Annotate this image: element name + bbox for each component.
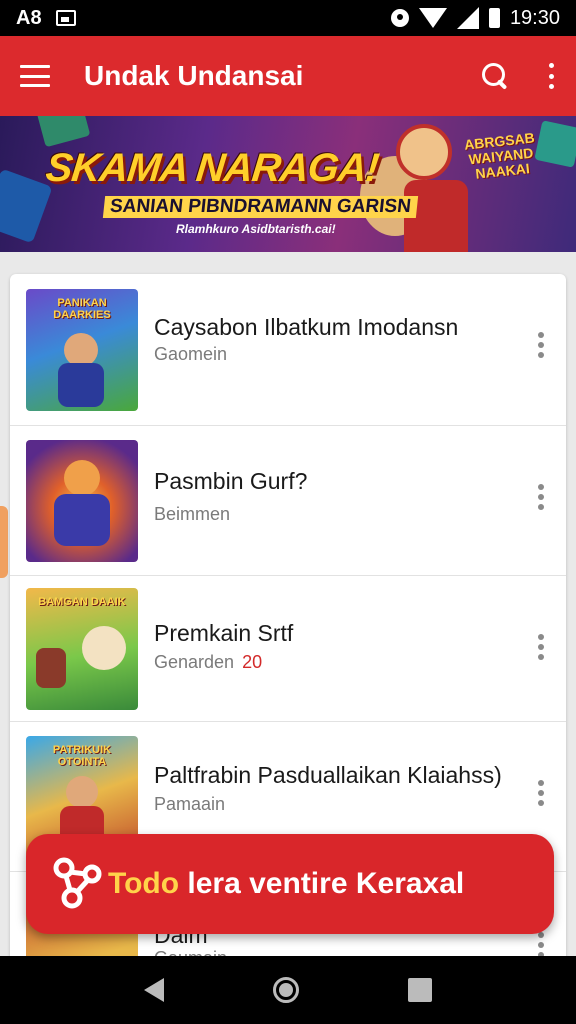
status-left: A8	[16, 7, 76, 30]
item-subtitle: Pamaain	[154, 794, 225, 815]
status-bar: A8 19:30	[0, 0, 576, 36]
status-time: 19:30	[509, 6, 560, 29]
more-vert-icon[interactable]	[546, 63, 556, 89]
thumbnail-character	[82, 626, 126, 670]
banner-subtitle: SANIAN PIBNDRAMANN GARISN	[102, 196, 418, 218]
system-nav-bar	[0, 956, 576, 1024]
game-thumbnail	[26, 440, 138, 562]
thumbnail-character	[66, 776, 98, 808]
banner-cube-decoration	[35, 116, 91, 148]
fab-label: Todo lera ventire Keraxal	[108, 867, 464, 901]
floating-action-button[interactable]: Todo lera ventire Keraxal	[26, 834, 554, 934]
thumbnail-character	[36, 648, 66, 688]
item-title: Caysabon Ilbatkum Imodansn	[154, 314, 459, 340]
item-count: 20	[242, 652, 263, 672]
item-more-icon[interactable]	[536, 332, 546, 358]
hero-character	[396, 124, 452, 180]
item-more-icon[interactable]	[536, 634, 546, 660]
wifi-icon	[418, 8, 447, 28]
item-title: Premkain Srtf	[154, 620, 294, 646]
banner-tagline: Rlamhkuro Asidbtaristh.cai!	[176, 222, 336, 236]
fab-label-rest: lera ventire Keraxal	[179, 867, 465, 900]
app-bar: Undak Undansai	[0, 36, 576, 116]
item-title: Pasmbin Gurf?	[154, 468, 308, 494]
search-icon[interactable]	[480, 61, 510, 91]
thumbnail-character	[58, 363, 104, 407]
recent-apps-icon[interactable]	[407, 978, 432, 1002]
edge-tab[interactable]	[0, 506, 8, 578]
item-subtitle: Beimmen	[154, 504, 230, 525]
item-subtitle: Gaomein	[154, 344, 227, 365]
item-more-icon[interactable]	[536, 932, 546, 958]
thumbnail-character	[54, 494, 110, 546]
signal-icon	[456, 7, 479, 29]
list-item[interactable]: BAMGAN DAAIK Premkain Srtf Genarden 20	[10, 576, 566, 722]
banner-title: SKAMA NARAGA!	[43, 146, 381, 190]
share-network-icon	[53, 857, 102, 909]
promo-banner[interactable]: SKAMA NARAGA! SANIAN PIBNDRAMANN GARISN …	[0, 116, 576, 252]
item-title: Paltfrabin Pasduallaikan Klaiahss)	[154, 762, 502, 788]
back-icon[interactable]	[144, 978, 165, 1002]
banner-side-text: ABRGSAB WAIYAND NAAKAI	[463, 129, 536, 182]
menu-icon[interactable]	[20, 65, 50, 87]
thumbnail-character	[64, 460, 100, 496]
page-title: Undak Undansai	[84, 60, 304, 91]
thumbnail-character	[64, 333, 98, 367]
item-category: Pamaain	[154, 794, 226, 814]
image-notification-icon	[55, 10, 76, 26]
status-left-text: A8	[16, 6, 42, 29]
game-thumbnail: PANIKAN DAARKIES	[26, 289, 138, 411]
list-item[interactable]: Pasmbin Gurf? Beimmen	[10, 426, 566, 576]
thumbnail-caption: BAMGAN DAAIK	[38, 596, 126, 608]
list-item[interactable]: PANIKAN DAARKIES Caysabon Ilbatkum Imoda…	[10, 274, 566, 426]
item-category: Genarden	[154, 652, 235, 672]
item-category: Gaomein	[154, 344, 228, 364]
item-subtitle: Genarden 20	[154, 652, 262, 673]
item-more-icon[interactable]	[536, 484, 546, 510]
status-right: 19:30	[390, 6, 560, 30]
game-thumbnail: BAMGAN DAAIK	[26, 588, 138, 710]
thumbnail-caption: PANIKAN DAARKIES	[53, 297, 111, 321]
battery-icon	[488, 8, 500, 28]
fab-label-highlight: Todo	[108, 867, 180, 900]
item-more-icon[interactable]	[536, 780, 546, 806]
home-icon[interactable]	[272, 977, 299, 1003]
thumbnail-caption: PATRIKUIK OTOINTA	[52, 744, 112, 768]
item-category: Beimmen	[154, 504, 231, 524]
alarm-icon	[390, 9, 409, 27]
